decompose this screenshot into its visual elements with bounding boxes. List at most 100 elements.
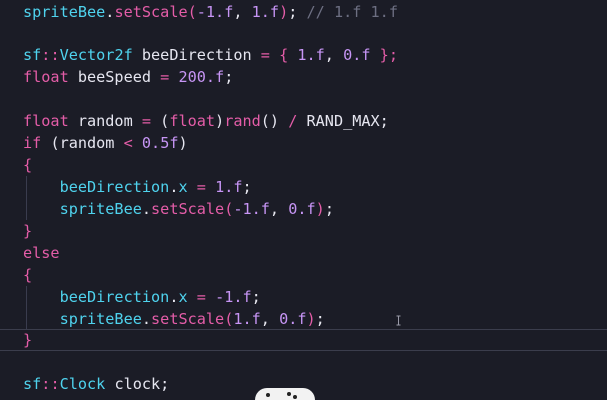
token: { <box>23 156 33 174</box>
token: 0.f <box>288 200 316 218</box>
code-line-12[interactable]: else <box>23 242 60 264</box>
token: float <box>169 112 216 130</box>
token: 1.f <box>233 310 261 328</box>
token: float <box>23 68 69 86</box>
code-line-3[interactable]: sf::Vector2f beeDirection = { 1.f, 0.f }… <box>23 44 398 66</box>
token: } <box>23 222 33 240</box>
control-dot-icon <box>287 392 291 396</box>
token: rand <box>224 112 261 130</box>
token: -1.f <box>233 200 270 218</box>
token: . <box>141 310 152 328</box>
token: x <box>178 288 188 306</box>
token: beeDirection <box>23 178 170 196</box>
token: 1.f <box>215 178 243 196</box>
token: beeSpeed <box>68 68 161 86</box>
code-comment: // 1.f 1.f <box>306 3 398 21</box>
token: ; <box>251 288 261 306</box>
token: }; <box>370 46 398 64</box>
token: 0.f <box>343 46 371 64</box>
code-line-15[interactable]: spriteBee.setScale(1.f, 0.f); <box>23 308 325 330</box>
token: < <box>123 134 133 152</box>
token: ( <box>224 200 234 218</box>
token: ( <box>224 310 234 328</box>
ibeam-cursor-icon <box>396 315 401 326</box>
token: () <box>260 112 289 130</box>
token: clock; <box>105 375 170 393</box>
token: { <box>23 266 33 284</box>
code-editor[interactable]: spriteBee.setScale(-1.f, 1.f); // 1.f 1.… <box>0 0 607 400</box>
token: setScale <box>151 200 225 218</box>
token: ) <box>306 310 316 328</box>
token: ) <box>178 134 188 152</box>
token: setScale <box>151 310 225 328</box>
code-line-18[interactable]: sf::Clock clock; <box>23 373 169 395</box>
code-line-9[interactable]: beeDirection.x = 1.f; <box>23 176 252 198</box>
token: ( <box>187 3 197 21</box>
token: ; <box>242 178 252 196</box>
code-line-11[interactable]: } <box>23 220 32 242</box>
token: spriteBee <box>23 3 106 21</box>
token: / <box>288 112 298 130</box>
token: (random <box>41 134 124 152</box>
token: { <box>269 46 298 64</box>
token: = <box>160 68 170 86</box>
media-controls-icon[interactable] <box>255 388 315 400</box>
token: = <box>196 288 206 306</box>
token: random <box>68 112 142 130</box>
code-line-1[interactable]: spriteBee.setScale(-1.f, 1.f); // 1.f 1.… <box>23 1 398 23</box>
token: , <box>324 46 344 64</box>
token: ) <box>279 3 289 21</box>
current-line-highlight <box>0 329 607 351</box>
token: sf <box>23 46 42 64</box>
code-line-10[interactable]: spriteBee.setScale(-1.f, 0.f); <box>23 198 334 220</box>
code-line-16[interactable]: } <box>23 329 32 351</box>
code-line-4[interactable]: float beeSpeed = 200.f; <box>23 66 233 88</box>
token: ) <box>315 200 325 218</box>
token: setScale <box>114 3 188 21</box>
token: 1.f <box>251 3 280 21</box>
token: 200.f <box>178 68 225 86</box>
token: Vector2f <box>59 46 133 64</box>
token: :: <box>41 375 60 393</box>
token: spriteBee <box>23 200 142 218</box>
token: spriteBee <box>23 310 142 328</box>
code-line-14[interactable]: beeDirection.x = -1.f; <box>23 286 261 308</box>
token: Clock <box>59 375 106 393</box>
token: . <box>141 200 152 218</box>
token: 0.f <box>279 310 307 328</box>
code-line-8[interactable]: { <box>23 154 32 176</box>
code-line-13[interactable]: { <box>23 264 32 286</box>
control-dot-icon <box>266 393 270 397</box>
token: 0.5f <box>141 134 179 152</box>
token: } <box>23 331 33 349</box>
code-line-6[interactable]: float random = (float)rand() / RAND_MAX; <box>23 110 389 132</box>
token: sf <box>23 375 42 393</box>
token: , <box>260 310 280 328</box>
token: -1.f <box>196 3 234 21</box>
token: -1.f <box>215 288 252 306</box>
token: , <box>233 3 252 21</box>
control-dot-icon <box>293 395 297 399</box>
token: else <box>23 244 60 262</box>
code-line-7[interactable]: if (random < 0.5f) <box>23 132 188 154</box>
token: = <box>260 46 270 64</box>
token: 1.f <box>297 46 325 64</box>
token: RAND_MAX; <box>297 112 389 130</box>
token: float <box>23 112 69 130</box>
token: ( <box>151 112 170 130</box>
token: :: <box>41 46 60 64</box>
token: ; <box>224 68 234 86</box>
token: ; <box>288 3 307 21</box>
token: ; <box>324 200 334 218</box>
token: ) <box>215 112 225 130</box>
token: ; <box>315 310 325 328</box>
token: , <box>269 200 289 218</box>
token: = <box>141 112 152 130</box>
token: beeDirection <box>23 288 170 306</box>
token: beeDirection <box>132 46 261 64</box>
